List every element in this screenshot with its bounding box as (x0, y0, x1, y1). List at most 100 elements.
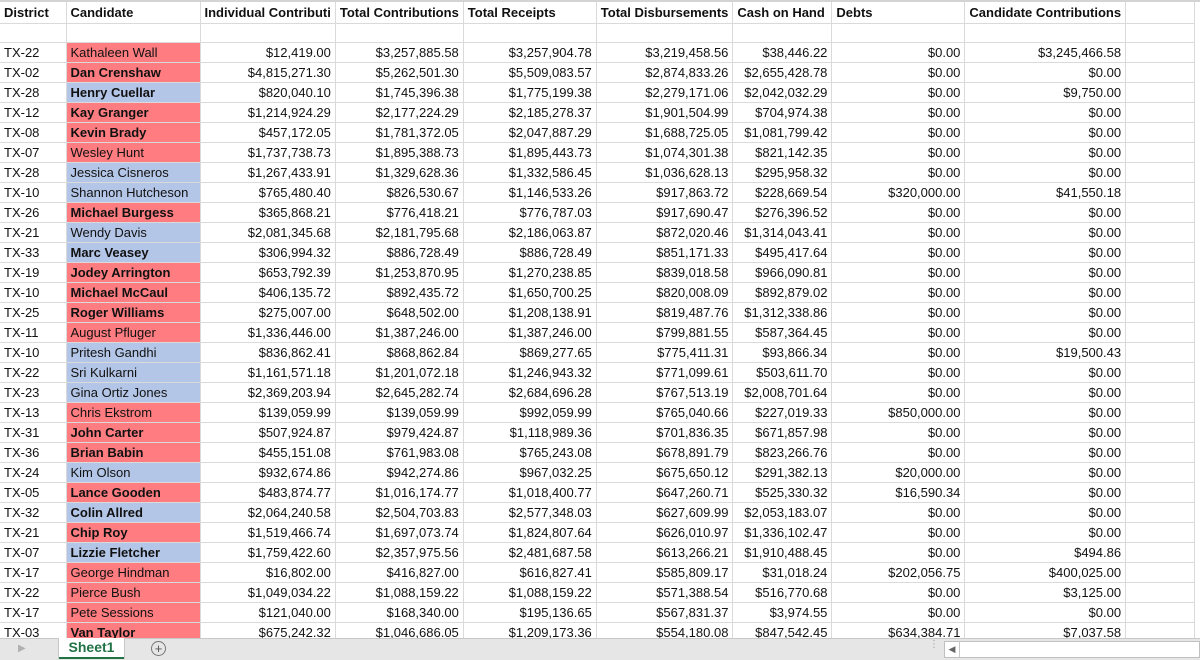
candidate-cell[interactable]: Gina Ortiz Jones (66, 382, 201, 403)
total-disbursements-cell[interactable]: $1,688,725.05 (596, 122, 734, 143)
empty-cell[interactable] (1125, 222, 1196, 243)
empty-cell[interactable] (1125, 462, 1196, 483)
total-receipts-cell[interactable]: $195,136.65 (463, 602, 597, 623)
individual-contributions-cell[interactable]: $275,007.00 (200, 302, 336, 323)
cash-on-hand-cell[interactable]: $291,382.13 (732, 462, 833, 483)
total-disbursements-cell[interactable]: $820,008.09 (596, 282, 734, 303)
total-disbursements-cell[interactable]: $701,836.35 (596, 422, 734, 443)
total-disbursements-cell[interactable]: $571,388.54 (596, 582, 734, 603)
total-disbursements-cell[interactable]: $1,074,301.38 (596, 142, 734, 163)
total-contributions-cell[interactable]: $942,274.86 (335, 462, 464, 483)
candidate-cell[interactable]: Wesley Hunt (66, 142, 201, 163)
candidate-contributions-cell[interactable]: $0.00 (964, 502, 1127, 523)
district-cell[interactable]: TX-23 (0, 382, 67, 403)
total-contributions-cell[interactable]: $979,424.87 (335, 422, 464, 443)
candidate-contributions-cell[interactable]: $0.00 (964, 422, 1127, 443)
candidate-cell[interactable]: Kathaleen Wall (66, 42, 201, 63)
total-disbursements-cell[interactable]: $647,260.71 (596, 482, 734, 503)
total-disbursements-cell[interactable]: $2,279,171.06 (596, 82, 734, 103)
cash-on-hand-cell[interactable]: $671,857.98 (732, 422, 833, 443)
district-cell[interactable]: TX-11 (0, 322, 67, 343)
total-contributions-cell[interactable]: $1,895,388.73 (335, 142, 464, 163)
candidate-cell[interactable]: Marc Veasey (66, 242, 201, 263)
total-receipts-cell[interactable]: $2,047,887.29 (463, 122, 597, 143)
candidate-cell[interactable]: Dan Crenshaw (66, 62, 201, 83)
total-receipts-cell[interactable]: $1,270,238.85 (463, 262, 597, 283)
cash-on-hand-cell[interactable]: $295,958.32 (732, 162, 833, 183)
candidate-contributions-cell[interactable]: $0.00 (964, 402, 1127, 423)
total-receipts-cell[interactable]: $3,257,904.78 (463, 42, 597, 63)
debts-cell[interactable]: $0.00 (831, 102, 966, 123)
total-contributions-cell[interactable]: $2,177,224.29 (335, 102, 464, 123)
district-cell[interactable]: TX-31 (0, 422, 67, 443)
individual-contributions-cell[interactable]: $121,040.00 (200, 602, 336, 623)
debts-cell[interactable]: $20,000.00 (831, 462, 966, 483)
total-contributions-cell[interactable]: $2,504,703.83 (335, 502, 464, 523)
debts-cell[interactable]: $202,056.75 (831, 562, 966, 583)
empty-cell[interactable] (1125, 202, 1196, 223)
individual-contributions-cell[interactable]: $765,480.40 (200, 182, 336, 203)
total-receipts-cell[interactable]: $1,387,246.00 (463, 322, 597, 343)
total-receipts-cell[interactable]: $2,577,348.03 (463, 502, 597, 523)
individual-contributions-cell[interactable]: $455,151.08 (200, 442, 336, 463)
candidate-cell[interactable]: Michael McCaul (66, 282, 201, 303)
cash-on-hand-cell[interactable]: $821,142.35 (732, 142, 833, 163)
empty-cell[interactable] (596, 23, 734, 43)
candidate-cell[interactable]: Van Taylor (66, 622, 201, 638)
debts-cell[interactable]: $0.00 (831, 302, 966, 323)
total-disbursements-cell[interactable]: $771,099.61 (596, 362, 734, 383)
total-disbursements-cell[interactable]: $567,831.37 (596, 602, 734, 623)
individual-contributions-cell[interactable]: $653,792.39 (200, 262, 336, 283)
district-cell[interactable]: TX-25 (0, 302, 67, 323)
vertical-dots-icon[interactable]: ⋮ (929, 640, 939, 650)
candidate-contributions-cell[interactable]: $0.00 (964, 462, 1127, 483)
district-cell[interactable]: TX-10 (0, 342, 67, 363)
candidate-cell[interactable]: Michael Burgess (66, 202, 201, 223)
debts-cell[interactable]: $634,384.71 (831, 622, 966, 638)
header-individual-contributions[interactable]: Individual Contributi (200, 2, 336, 24)
header-total-receipts[interactable]: Total Receipts (463, 2, 597, 24)
candidate-cell[interactable]: Pierce Bush (66, 582, 201, 603)
empty-cell[interactable] (1125, 142, 1196, 163)
district-cell[interactable]: TX-33 (0, 242, 67, 263)
debts-cell[interactable]: $0.00 (831, 202, 966, 223)
cash-on-hand-cell[interactable]: $892,879.02 (732, 282, 833, 303)
candidate-cell[interactable]: Sri Kulkarni (66, 362, 201, 383)
total-contributions-cell[interactable]: $168,340.00 (335, 602, 464, 623)
candidate-cell[interactable]: Kay Granger (66, 102, 201, 123)
candidate-cell[interactable]: August Pfluger (66, 322, 201, 343)
debts-cell[interactable]: $0.00 (831, 222, 966, 243)
individual-contributions-cell[interactable]: $4,815,271.30 (200, 62, 336, 83)
total-contributions-cell[interactable]: $1,387,246.00 (335, 322, 464, 343)
total-receipts-cell[interactable]: $1,146,533.26 (463, 182, 597, 203)
header-debts[interactable]: Debts (831, 2, 966, 24)
individual-contributions-cell[interactable]: $457,172.05 (200, 122, 336, 143)
district-cell[interactable]: TX-22 (0, 42, 67, 63)
total-receipts-cell[interactable]: $1,118,989.36 (463, 422, 597, 443)
total-disbursements-cell[interactable]: $872,020.46 (596, 222, 734, 243)
cash-on-hand-cell[interactable]: $495,417.64 (732, 242, 833, 263)
cash-on-hand-cell[interactable]: $1,314,043.41 (732, 222, 833, 243)
total-disbursements-cell[interactable]: $799,881.55 (596, 322, 734, 343)
candidate-contributions-cell[interactable]: $0.00 (964, 602, 1127, 623)
candidate-contributions-cell[interactable]: $0.00 (964, 302, 1127, 323)
district-cell[interactable]: TX-07 (0, 542, 67, 563)
cash-on-hand-cell[interactable]: $2,008,701.64 (732, 382, 833, 403)
total-disbursements-cell[interactable]: $675,650.12 (596, 462, 734, 483)
cash-on-hand-cell[interactable]: $227,019.33 (732, 402, 833, 423)
header-cash-on-hand[interactable]: Cash on Hand (732, 2, 833, 24)
district-cell[interactable]: TX-07 (0, 142, 67, 163)
district-cell[interactable]: TX-26 (0, 202, 67, 223)
district-cell[interactable]: TX-36 (0, 442, 67, 463)
cash-on-hand-cell[interactable]: $1,312,338.86 (732, 302, 833, 323)
cash-on-hand-cell[interactable]: $2,053,183.07 (732, 502, 833, 523)
empty-cell[interactable] (1125, 282, 1196, 303)
district-cell[interactable]: TX-21 (0, 222, 67, 243)
candidate-cell[interactable]: Wendy Davis (66, 222, 201, 243)
empty-cell[interactable] (1125, 342, 1196, 363)
district-cell[interactable]: TX-12 (0, 102, 67, 123)
individual-contributions-cell[interactable]: $932,674.86 (200, 462, 336, 483)
total-receipts-cell[interactable]: $1,208,138.91 (463, 302, 597, 323)
district-cell[interactable]: TX-24 (0, 462, 67, 483)
individual-contributions-cell[interactable]: $836,862.41 (200, 342, 336, 363)
